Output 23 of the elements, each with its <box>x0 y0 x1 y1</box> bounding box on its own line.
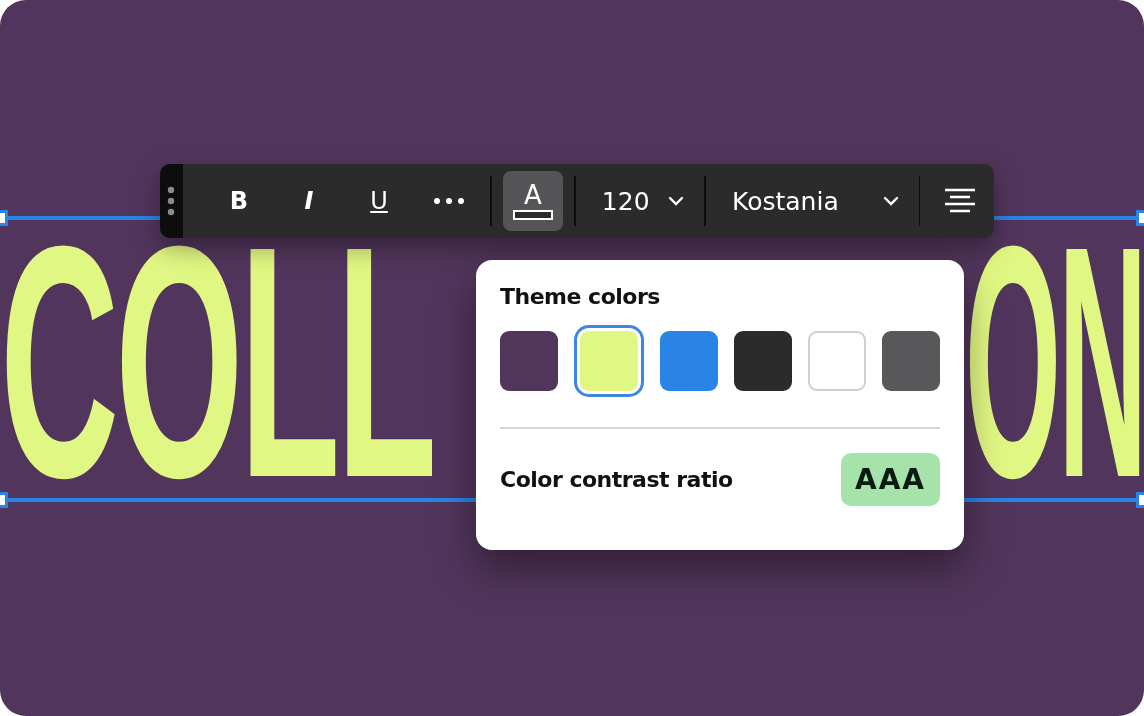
italic-button[interactable]: I <box>279 171 339 231</box>
color-swatch[interactable] <box>659 331 718 391</box>
underline-button[interactable]: U <box>349 171 409 231</box>
popover-title: Theme colors <box>500 284 661 309</box>
chevron-down-icon <box>882 196 899 206</box>
heading-text: ON <box>964 240 1144 488</box>
contrast-label: Color contrast ratio <box>500 467 733 492</box>
color-swatch[interactable] <box>733 331 792 391</box>
color-bar-icon <box>512 210 553 220</box>
heading-text: COLL <box>0 240 434 488</box>
color-swatch[interactable] <box>807 331 867 391</box>
color-swatch[interactable] <box>882 331 941 391</box>
contrast-rating-badge: AAA <box>841 453 940 506</box>
color-swatch[interactable] <box>500 331 558 391</box>
font-size-dropdown[interactable]: 120 <box>581 171 699 231</box>
font-family-dropdown[interactable]: Kostania <box>712 171 913 231</box>
grip-icon <box>167 186 176 216</box>
bold-button[interactable]: B <box>209 171 269 231</box>
chevron-down-icon <box>668 196 685 206</box>
align-center-icon <box>945 188 976 214</box>
drag-handle[interactable] <box>160 164 183 238</box>
more-icon <box>433 197 465 205</box>
text-color-button[interactable]: A <box>502 171 563 231</box>
